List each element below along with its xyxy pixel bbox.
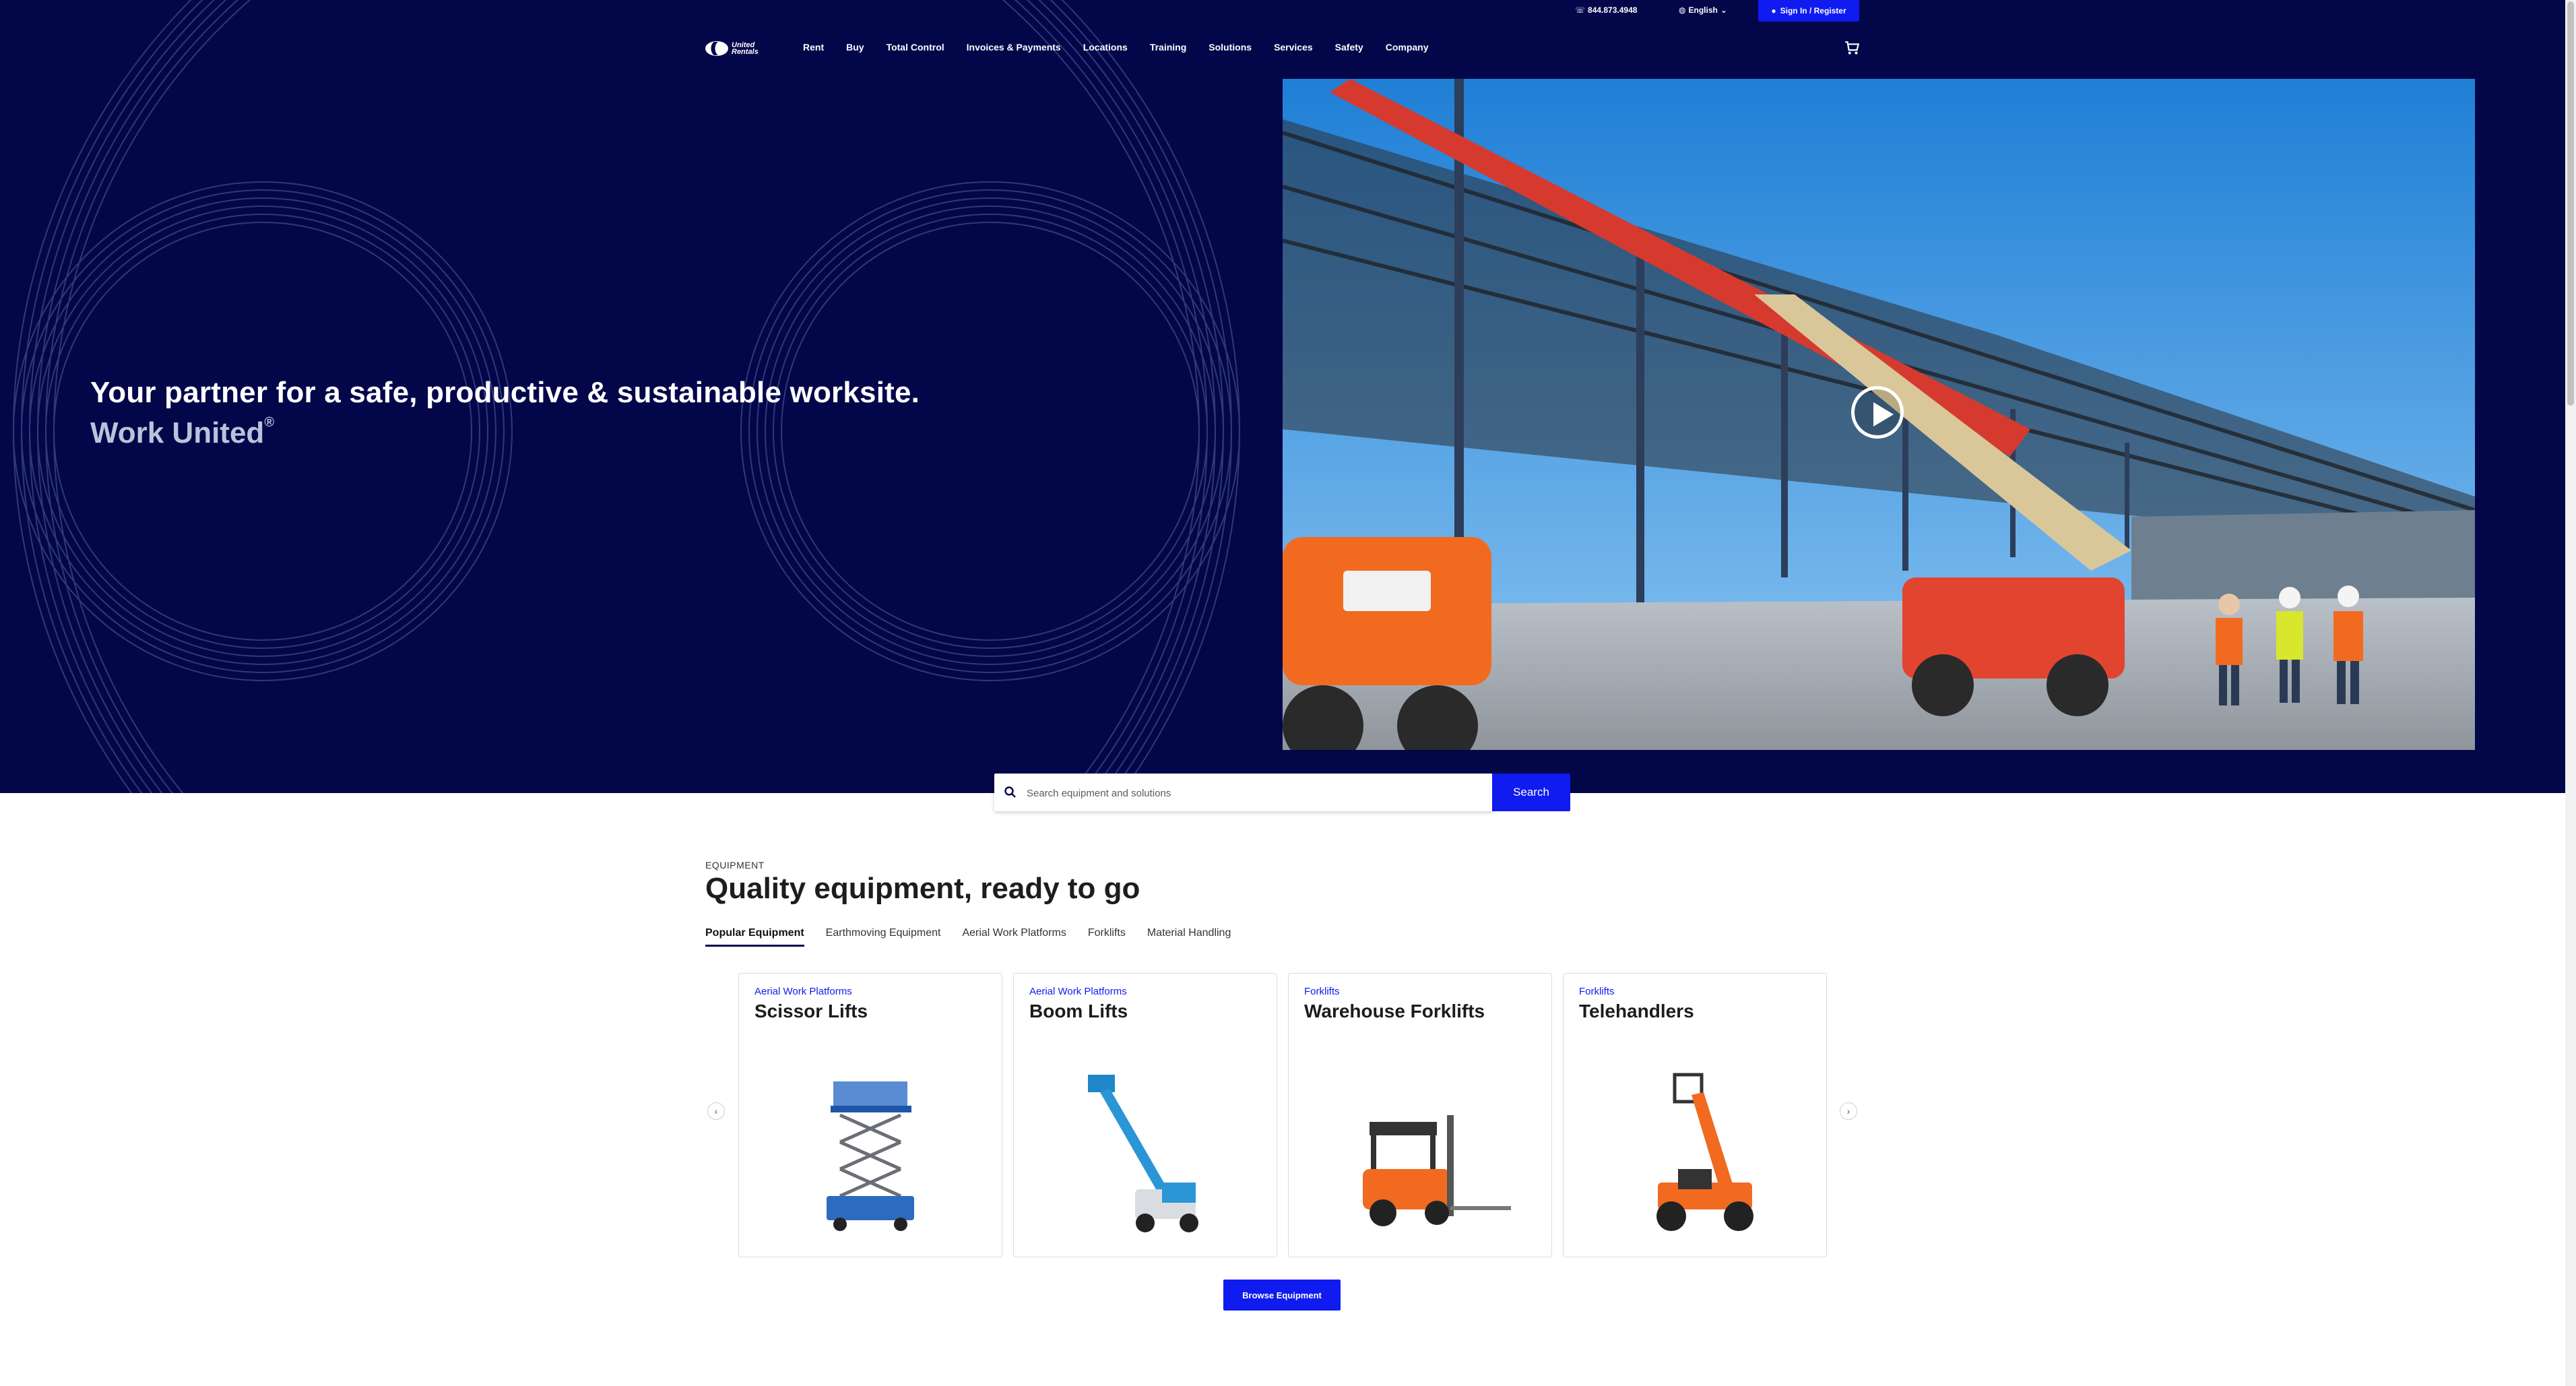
scissor-lift-image (827, 1081, 914, 1231)
card-title: Warehouse Forklifts (1304, 1001, 1485, 1021)
signin-label: Sign In / Register (1780, 6, 1846, 15)
nav-item-safety[interactable]: Safety (1335, 42, 1363, 53)
search-button[interactable]: Search (1492, 774, 1570, 811)
equipment-card-warehouse-forklifts[interactable]: Forklifts Warehouse Forklifts (1288, 973, 1552, 1257)
phone-number: 844.873.4948 (1588, 5, 1638, 15)
search-box (994, 774, 1493, 813)
nav-item-solutions[interactable]: Solutions (1209, 42, 1252, 53)
user-icon: ● (1771, 6, 1776, 15)
nav-item-buy[interactable]: Buy (846, 42, 864, 53)
signin-button[interactable]: ● Sign In / Register (1758, 0, 1859, 22)
tab-material-handling[interactable]: Material Handling (1147, 927, 1231, 947)
registered-mark: ® (264, 415, 275, 430)
nav-item-invoices-payments[interactable]: Invoices & Payments (967, 42, 1061, 53)
search-input[interactable] (1025, 774, 1486, 813)
tab-aerial-work-platforms[interactable]: Aerial Work Platforms (962, 927, 1066, 947)
nav-item-rent[interactable]: Rent (803, 42, 824, 53)
carousel-next-button[interactable]: › (1840, 1102, 1857, 1120)
equipment-card-telehandlers[interactable]: Forklifts Telehandlers (1563, 973, 1827, 1257)
equipment-tabs: Popular Equipment Earthmoving Equipment … (705, 927, 1252, 947)
card-title: Scissor Lifts (754, 1001, 868, 1021)
nav-items: Rent Buy Total Control Invoices & Paymen… (803, 42, 1451, 53)
chevron-left-icon: ‹ (714, 1106, 718, 1116)
card-category: Aerial Work Platforms (754, 986, 852, 997)
page-scrollbar[interactable] (2565, 0, 2576, 1386)
card-category: Forklifts (1579, 986, 1615, 997)
section-eyebrow: EQUIPMENT (705, 860, 765, 871)
hero-subhead: Work United® (90, 415, 275, 450)
cart-icon[interactable] (1843, 39, 1861, 57)
main-nav: United Rentals Rent Buy Total Control In… (705, 35, 1863, 62)
utility-bar: ☏ 844.873.4948 ◍ English ⌄ ● Sign In / R… (0, 0, 2565, 22)
boom-lift-image (1088, 1075, 1198, 1232)
nav-item-services[interactable]: Services (1274, 42, 1313, 53)
language-label: English (1688, 5, 1718, 15)
scrollbar-thumb[interactable] (2567, 1, 2574, 406)
nav-item-locations[interactable]: Locations (1083, 42, 1128, 53)
warehouse-forklift-image (1363, 1115, 1511, 1226)
tab-popular-equipment[interactable]: Popular Equipment (705, 927, 804, 947)
card-category: Aerial Work Platforms (1029, 986, 1127, 997)
phone-icon: ☏ (1575, 5, 1586, 15)
equipment-card-boom-lifts[interactable]: Aerial Work Platforms Boom Lifts (1013, 973, 1277, 1257)
section-title: Quality equipment, ready to go (705, 872, 1140, 905)
hero-section: ☏ 844.873.4948 ◍ English ⌄ ● Sign In / R… (0, 0, 2565, 793)
card-title: Telehandlers (1579, 1001, 1694, 1021)
telehandler-image (1656, 1073, 1753, 1231)
globe-icon: ◍ (1679, 5, 1686, 15)
chevron-down-icon: ⌄ (1720, 5, 1727, 15)
carousel-prev-button[interactable]: ‹ (707, 1102, 725, 1120)
logo-text-line2: Rentals (732, 48, 759, 56)
card-title: Boom Lifts (1029, 1001, 1128, 1021)
logo[interactable]: United Rentals (705, 38, 772, 59)
nav-item-company[interactable]: Company (1386, 42, 1429, 53)
play-video-button[interactable] (1851, 386, 1904, 439)
chevron-right-icon: › (1846, 1106, 1850, 1116)
equipment-card-scissor-lifts[interactable]: Aerial Work Platforms Scissor Lifts (738, 973, 1002, 1257)
tab-earthmoving-equipment[interactable]: Earthmoving Equipment (826, 927, 941, 947)
browse-equipment-button[interactable]: Browse Equipment (1223, 1280, 1341, 1311)
phone-link[interactable]: ☏ 844.873.4948 (1575, 5, 1637, 15)
language-selector[interactable]: ◍ English ⌄ (1679, 5, 1727, 15)
logo-mark-icon (705, 41, 728, 56)
tab-forklifts[interactable]: Forklifts (1088, 927, 1126, 947)
search-icon (1004, 786, 1016, 798)
hero-subhead-text: Work United (90, 416, 265, 449)
nav-item-training[interactable]: Training (1150, 42, 1186, 53)
hero-headline: Your partner for a safe, productive & su… (90, 376, 920, 409)
nav-item-total-control[interactable]: Total Control (887, 42, 944, 53)
card-category: Forklifts (1304, 986, 1340, 997)
